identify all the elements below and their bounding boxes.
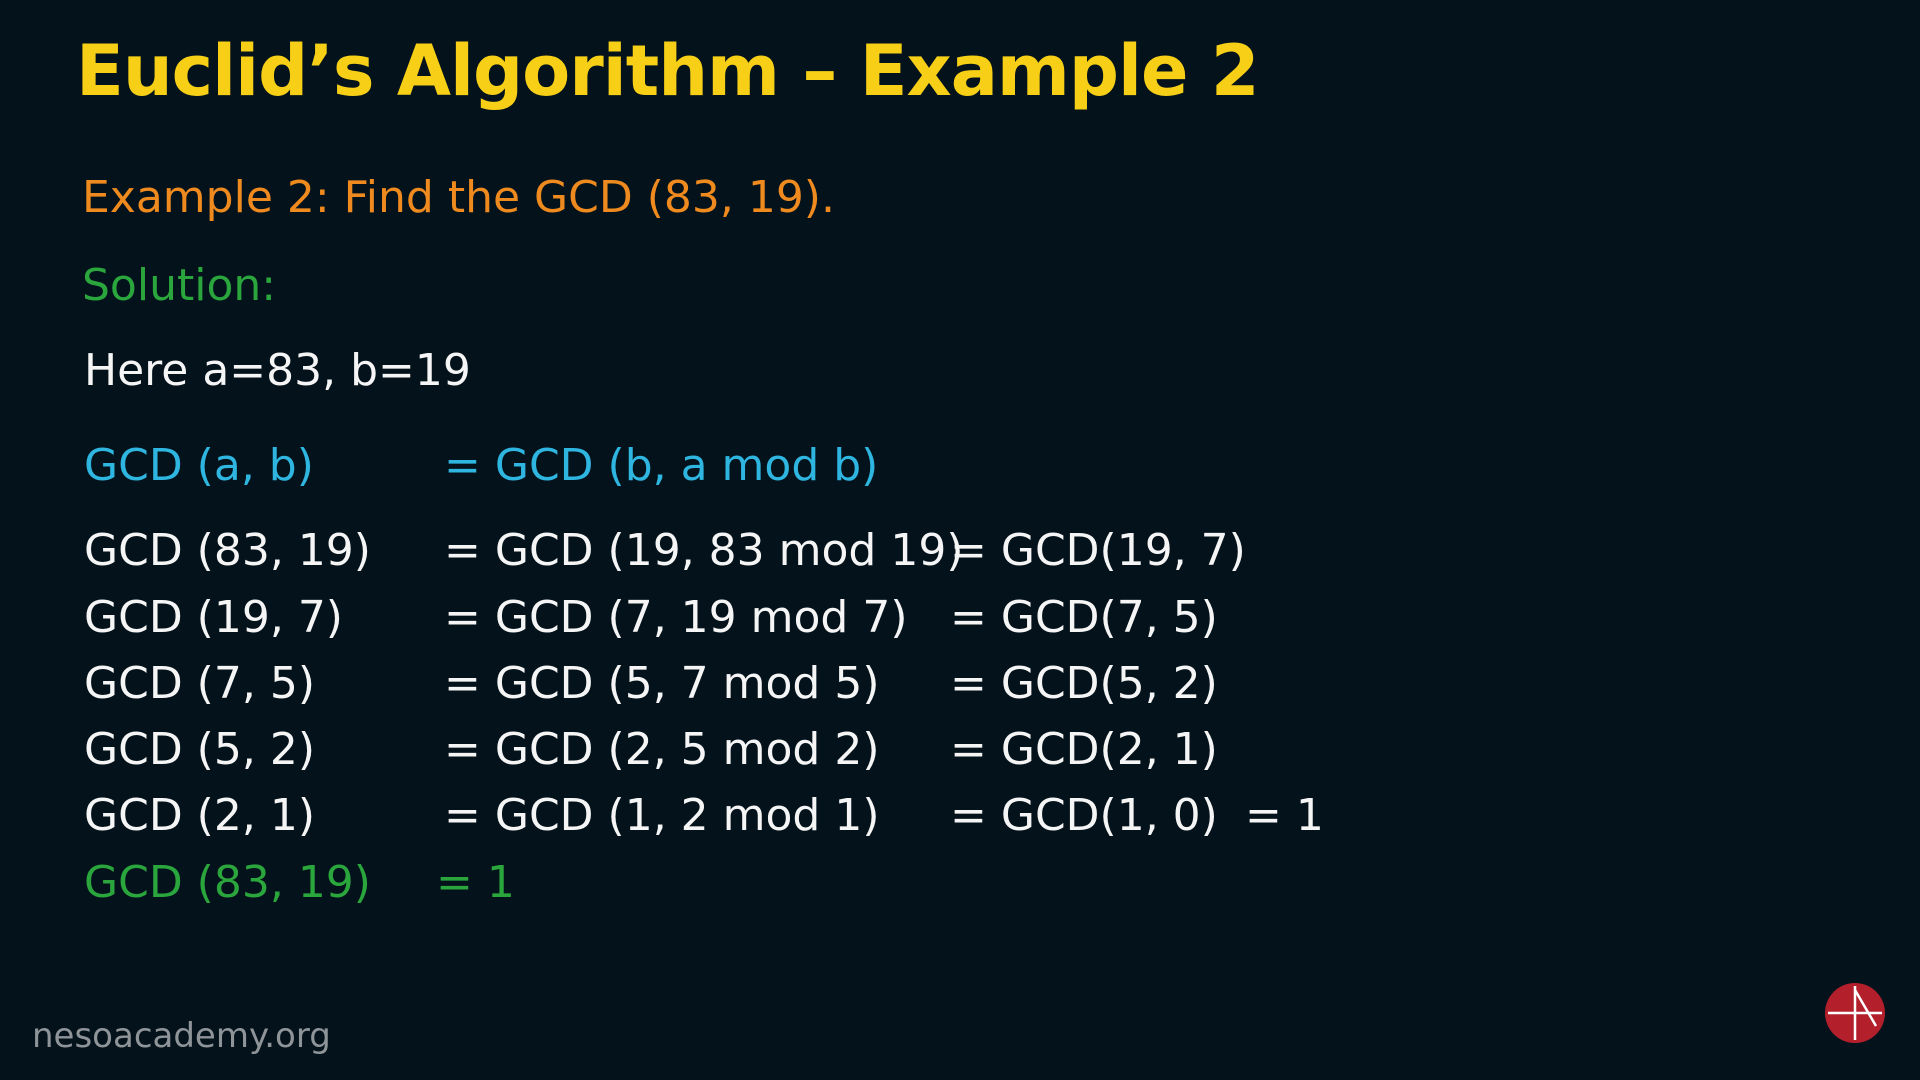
answer-rhs: = 1 <box>436 857 515 908</box>
step-rhs: = GCD(19, 7) <box>950 525 1246 576</box>
lesson-slide: Euclid’s Algorithm – Example 2 Example 2… <box>0 0 1920 1080</box>
gcd-formula-row: GCD (a, b) = GCD (b, a mod b) <box>0 440 1920 500</box>
solution-label: Solution: <box>82 260 277 311</box>
step-rhs: = GCD(5, 2) <box>950 658 1218 709</box>
neso-academy-logo-icon <box>1825 983 1885 1043</box>
given-values: Here a=83, b=19 <box>84 345 471 396</box>
step-rhs: = GCD(1, 0) <box>950 790 1218 841</box>
step-result: = 1 <box>1245 790 1324 841</box>
step-mid: = GCD (7, 19 mod 7) <box>444 592 908 643</box>
final-answer-row: GCD (83, 19) = 1 <box>0 857 1920 917</box>
step-lhs: GCD (2, 1) <box>84 790 315 841</box>
answer-lhs: GCD (83, 19) <box>84 857 371 908</box>
step-row: GCD (83, 19) = GCD (19, 83 mod 19) = GCD… <box>0 525 1920 585</box>
slide-title: Euclid’s Algorithm – Example 2 <box>76 30 1260 112</box>
step-row: GCD (5, 2) = GCD (2, 5 mod 2) = GCD(2, 1… <box>0 724 1920 784</box>
formula-lhs: GCD (a, b) <box>84 440 314 491</box>
step-row: GCD (2, 1) = GCD (1, 2 mod 1) = GCD(1, 0… <box>0 790 1920 850</box>
step-mid: = GCD (19, 83 mod 19) <box>444 525 964 576</box>
step-rhs: = GCD(2, 1) <box>950 724 1218 775</box>
website-watermark: nesoacademy.org <box>32 1016 331 1056</box>
step-row: GCD (7, 5) = GCD (5, 7 mod 5) = GCD(5, 2… <box>0 658 1920 718</box>
step-mid: = GCD (5, 7 mod 5) <box>444 658 880 709</box>
problem-statement: Example 2: Find the GCD (83, 19). <box>82 172 835 223</box>
formula-rhs: = GCD (b, a mod b) <box>444 440 879 491</box>
step-rhs: = GCD(7, 5) <box>950 592 1218 643</box>
step-lhs: GCD (83, 19) <box>84 525 371 576</box>
step-row: GCD (19, 7) = GCD (7, 19 mod 7) = GCD(7,… <box>0 592 1920 652</box>
step-lhs: GCD (19, 7) <box>84 592 343 643</box>
step-mid: = GCD (1, 2 mod 1) <box>444 790 880 841</box>
step-lhs: GCD (5, 2) <box>84 724 315 775</box>
step-mid: = GCD (2, 5 mod 2) <box>444 724 880 775</box>
step-lhs: GCD (7, 5) <box>84 658 315 709</box>
